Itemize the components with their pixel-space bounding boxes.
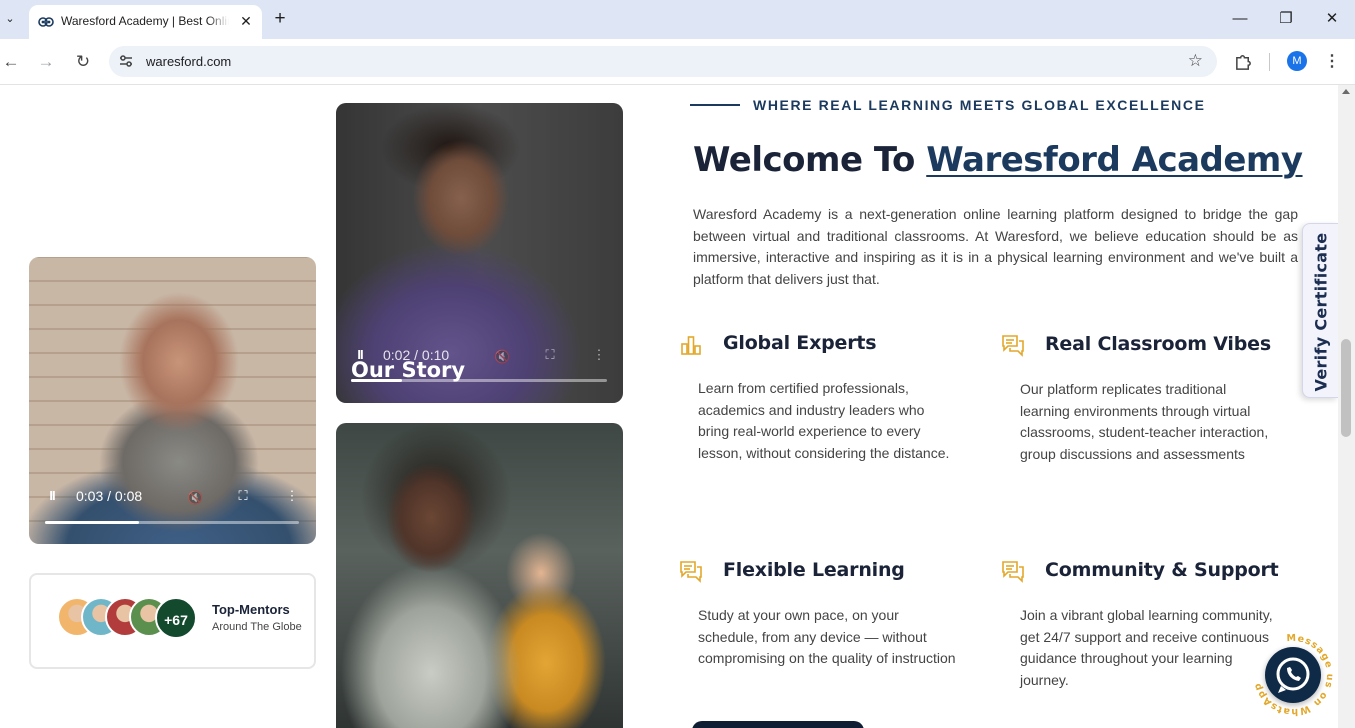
browser-tab-active[interactable]: Waresford Academy | Best Online ✕	[29, 5, 262, 39]
feature-text: Learn from certified professionals, acad…	[698, 380, 950, 461]
video-progress-fill	[351, 379, 403, 382]
close-window-button[interactable]: ✕	[1318, 6, 1346, 32]
more-options-icon[interactable]: ⋮	[591, 345, 607, 362]
tab-close-icon[interactable]: ✕	[238, 13, 254, 29]
video-time: 0:03 / 0:08	[76, 488, 143, 504]
intro-paragraph: Waresford Academy is a next-generation o…	[693, 206, 1298, 288]
extensions-puzzle-icon[interactable]	[1234, 52, 1253, 71]
restore-button[interactable]: ❐	[1272, 6, 1300, 32]
mentors-title: Top-Mentors	[212, 602, 290, 617]
instructor-video[interactable]: II 0:03 / 0:08 🔇 ⛶ ⋮	[29, 257, 316, 544]
verify-certificate-label: Verify Certificate	[1311, 232, 1331, 392]
fullscreen-icon[interactable]: ⛶	[235, 486, 251, 503]
mute-icon[interactable]: 🔇	[494, 347, 510, 364]
whatsapp-icon	[1276, 657, 1310, 693]
page-title: Welcome To Waresford Academy	[693, 140, 1303, 180]
mentors-card: +67 Top-Mentors Around The Globe	[29, 573, 316, 669]
scrollbar-thumb[interactable]	[1341, 339, 1351, 437]
video-progress-bar[interactable]	[45, 521, 299, 524]
title-academy-link[interactable]: Waresford Academy	[926, 140, 1303, 180]
tagline-divider	[690, 104, 740, 106]
whatsapp-button[interactable]	[1265, 647, 1321, 703]
pause-icon[interactable]: II	[45, 486, 59, 506]
page-viewport: II 0:03 / 0:08 🔇 ⛶ ⋮ II 0:02 / 0:10 🔇 ⛶ …	[0, 85, 1338, 728]
verify-certificate-tab[interactable]: Verify Certificate	[1302, 223, 1338, 398]
chat-icon	[680, 561, 702, 583]
feature-text: Study at your own pace, on your schedule…	[698, 607, 956, 666]
page-scrollbar[interactable]	[1338, 85, 1355, 728]
browser-toolbar: ← → ↻ waresford.com ☆ M ⋮	[0, 39, 1355, 85]
feature-title: Global Experts	[723, 332, 877, 354]
feature-title: Flexible Learning	[723, 559, 905, 581]
feature-title: Community & Support	[1045, 559, 1279, 581]
back-button[interactable]: ←	[0, 51, 22, 73]
scroll-up-arrow[interactable]	[1342, 89, 1350, 94]
feature-text: Our platform replicates traditional lear…	[1020, 381, 1269, 462]
title-prefix: Welcome To	[693, 140, 915, 180]
fullscreen-icon[interactable]: ⛶	[542, 345, 558, 362]
browser-tab-strip: ⌄ Waresford Academy | Best Online ✕ + — …	[0, 0, 1355, 39]
new-tab-button[interactable]: +	[270, 9, 290, 29]
tab-title: Waresford Academy | Best Online	[61, 13, 229, 29]
chat-icon	[1002, 561, 1024, 583]
whatsapp-widget[interactable]: Message us on WhatsApp	[1253, 630, 1338, 728]
section-tagline: WHERE REAL LEARNING MEETS GLOBAL EXCELLE…	[753, 97, 1206, 113]
tab-search-button[interactable]: ⌄	[2, 10, 18, 28]
toolbar-separator	[1269, 53, 1270, 71]
classroom-image	[336, 423, 623, 728]
address-bar[interactable]: waresford.com ☆	[109, 46, 1217, 77]
bar-chart-icon	[681, 336, 701, 355]
profile-avatar[interactable]: M	[1287, 51, 1307, 71]
feature-text: Join a vibrant global learning community…	[1020, 607, 1273, 688]
cta-button-partial[interactable]	[692, 721, 864, 728]
reload-button[interactable]: ↻	[72, 51, 94, 73]
mute-icon[interactable]: 🔇	[187, 488, 203, 505]
url-text[interactable]: waresford.com	[146, 54, 231, 70]
video-progress-fill	[45, 521, 139, 524]
more-options-icon[interactable]: ⋮	[284, 486, 300, 503]
video-progress-bar[interactable]	[351, 379, 607, 382]
minimize-button[interactable]: —	[1226, 6, 1254, 32]
forward-button[interactable]: →	[35, 51, 57, 73]
mentor-count-badge: +67	[155, 597, 197, 639]
bookmark-star-icon[interactable]: ☆	[1188, 51, 1203, 71]
feature-title: Real Classroom Vibes	[1045, 333, 1271, 355]
our-story-video[interactable]: II 0:02 / 0:10 🔇 ⛶ ⋮ Our Story	[336, 103, 623, 403]
browser-menu-icon[interactable]: ⋮	[1324, 51, 1340, 73]
site-info-icon[interactable]	[119, 54, 133, 68]
chat-icon	[1002, 335, 1024, 357]
owl-favicon-icon	[38, 17, 54, 27]
mentors-subtitle: Around The Globe	[212, 621, 302, 633]
